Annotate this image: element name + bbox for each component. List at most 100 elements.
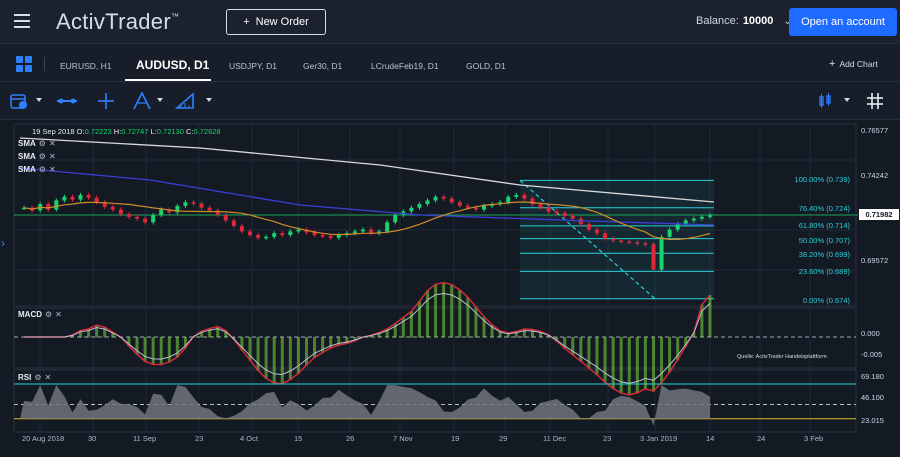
chevron-left-icon[interactable]: › bbox=[1, 236, 5, 250]
open-account-button[interactable]: Open an account bbox=[789, 8, 897, 36]
candle-body bbox=[643, 243, 648, 245]
ohlc-open-label: O: bbox=[76, 127, 85, 136]
close-icon[interactable]: ✕ bbox=[49, 165, 56, 174]
chevron-down-icon[interactable] bbox=[157, 98, 163, 102]
gear-icon[interactable]: ⚙ bbox=[39, 165, 46, 174]
candle-body bbox=[699, 216, 704, 219]
macd-histogram-bar bbox=[167, 336, 171, 363]
candle-body bbox=[465, 205, 470, 208]
gear-icon[interactable]: ⚙ bbox=[39, 139, 46, 148]
candle-body bbox=[70, 196, 75, 200]
macd-histogram-bar bbox=[595, 336, 599, 376]
macd-tick: -0.005 bbox=[861, 350, 883, 359]
sma-label: SMA bbox=[18, 139, 36, 148]
indicator-macd[interactable]: MACD ⚙ ✕ bbox=[18, 310, 62, 319]
candle-body bbox=[570, 215, 575, 219]
indicator-rsi[interactable]: RSI ⚙ ✕ bbox=[18, 373, 51, 382]
tab-lcrude[interactable]: LCrudeFeb19, D1 bbox=[371, 61, 439, 71]
fib-box bbox=[520, 180, 714, 299]
candle-body bbox=[223, 215, 228, 221]
candle-body bbox=[546, 207, 551, 212]
chart-area[interactable]: › 19 Sep 2018 O:0.72223 H:0.72747 L:0.72… bbox=[0, 120, 900, 457]
macd-tick: 0.000 bbox=[861, 329, 880, 338]
tab-usdjpy[interactable]: USDJPY, D1 bbox=[229, 61, 277, 71]
ohlc-open: 0.72223 bbox=[84, 127, 112, 136]
indicator-sma-3[interactable]: SMA ⚙ ✕ bbox=[18, 165, 56, 174]
candle-body bbox=[562, 213, 567, 216]
candle-body bbox=[118, 209, 123, 215]
candle-body bbox=[288, 231, 293, 236]
price-tick: 0.69572 bbox=[861, 256, 889, 265]
candle-body bbox=[110, 206, 115, 210]
layout-grid-icon[interactable] bbox=[16, 56, 32, 72]
candle-body bbox=[667, 229, 672, 237]
new-order-button[interactable]: + New Order bbox=[226, 9, 326, 35]
candle-body bbox=[320, 235, 325, 237]
gear-icon[interactable]: ⚙ bbox=[34, 373, 41, 382]
tab-audusd[interactable]: AUDUSD, D1 bbox=[136, 58, 209, 72]
x-axis-label: 4 Oct bbox=[240, 434, 258, 443]
chart-tabs-bar: EURUSD, H1 AUDUSD, D1 USDJPY, D1 Ger30, … bbox=[0, 44, 900, 82]
brand-logo: ActivTrader™ bbox=[56, 9, 180, 34]
add-chart-label: Add Chart bbox=[839, 59, 878, 69]
chevron-down-icon[interactable] bbox=[36, 98, 42, 102]
macd-histogram-bar bbox=[643, 336, 647, 390]
candle-body bbox=[441, 196, 446, 199]
current-price-label: 0.71982 bbox=[859, 209, 899, 220]
candle-body bbox=[191, 202, 196, 204]
x-axis-label: 3 Feb bbox=[804, 434, 824, 443]
balance-value: 10000 bbox=[742, 15, 774, 27]
tab-gold[interactable]: GOLD, D1 bbox=[466, 61, 506, 71]
calendar-icon[interactable] bbox=[10, 92, 28, 110]
chevron-down-icon[interactable] bbox=[206, 98, 212, 102]
sma-label: SMA bbox=[18, 165, 36, 174]
line-tool-icon[interactable] bbox=[55, 92, 79, 110]
balance-dropdown[interactable]: Balance: 10000 ⌄ bbox=[696, 15, 792, 27]
gear-icon[interactable]: ⚙ bbox=[45, 310, 52, 319]
tab-ger30[interactable]: Ger30, D1 bbox=[303, 61, 342, 71]
candle-body bbox=[409, 207, 414, 212]
candle-body bbox=[707, 215, 712, 217]
tab-eurusd[interactable]: EURUSD, H1 bbox=[60, 61, 111, 71]
candle-body bbox=[199, 203, 204, 208]
candle-body bbox=[554, 211, 559, 214]
close-icon[interactable]: ✕ bbox=[49, 139, 56, 148]
candle-body bbox=[239, 225, 244, 232]
candle-body bbox=[417, 204, 422, 208]
ruler-icon[interactable] bbox=[175, 92, 195, 110]
rsi-tick: 23.015 bbox=[861, 416, 884, 425]
price-chart[interactable] bbox=[0, 120, 900, 457]
close-icon[interactable]: ✕ bbox=[49, 152, 56, 161]
candle-body bbox=[425, 200, 430, 205]
fib-level-label: 100.00% (0.739) bbox=[794, 175, 850, 184]
fibonacci-icon[interactable] bbox=[132, 92, 152, 110]
indicator-sma-1[interactable]: SMA ⚙ ✕ bbox=[18, 139, 56, 148]
candle-body bbox=[352, 231, 357, 234]
fib-level-label: 76.40% (0.724) bbox=[798, 204, 850, 213]
brand-name: ActivTrader bbox=[56, 9, 171, 34]
active-tab-indicator bbox=[125, 79, 211, 81]
rsi-area bbox=[20, 385, 710, 426]
macd-histogram-bar bbox=[619, 336, 623, 394]
x-axis-label: 7 Nov bbox=[393, 434, 413, 443]
candle-body bbox=[94, 197, 99, 203]
candle-type-icon[interactable] bbox=[818, 92, 832, 110]
macd-histogram-bar bbox=[579, 336, 583, 362]
candle-body bbox=[247, 231, 252, 236]
macd-histogram-bar bbox=[434, 284, 438, 338]
macd-histogram-bar bbox=[466, 297, 470, 338]
gear-icon[interactable]: ⚙ bbox=[39, 152, 46, 161]
grid-toggle-icon[interactable] bbox=[866, 92, 884, 110]
indicator-sma-2[interactable]: SMA ⚙ ✕ bbox=[18, 152, 56, 161]
ohlc-readout: 19 Sep 2018 O:0.72223 H:0.72747 L:0.7213… bbox=[32, 127, 221, 136]
menu-icon[interactable] bbox=[14, 14, 30, 28]
close-icon[interactable]: ✕ bbox=[55, 310, 62, 319]
candle-body bbox=[385, 222, 390, 232]
macd-histogram-bar bbox=[450, 284, 454, 338]
close-icon[interactable]: ✕ bbox=[45, 373, 52, 382]
sma-slow-line bbox=[19, 137, 715, 203]
chevron-down-icon[interactable] bbox=[844, 98, 850, 102]
macd-histogram-bar bbox=[296, 336, 300, 374]
crosshair-icon[interactable] bbox=[97, 92, 115, 110]
add-chart-button[interactable]: + Add Chart bbox=[829, 58, 878, 70]
